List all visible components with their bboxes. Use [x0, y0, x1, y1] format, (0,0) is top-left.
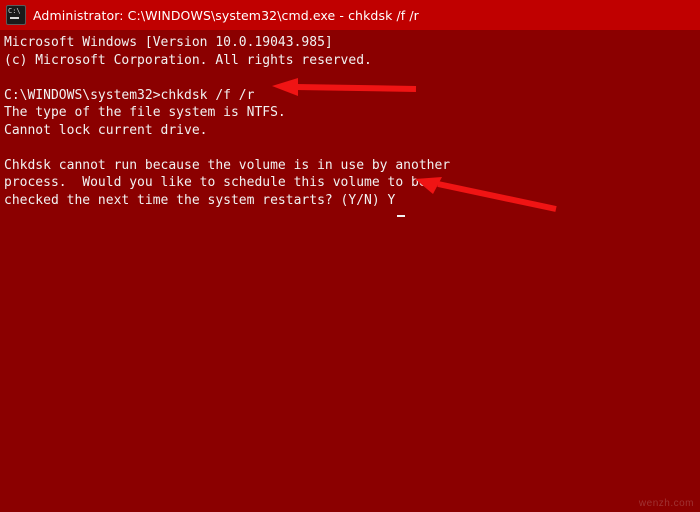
window-title: Administrator: C:\WINDOWS\system32\cmd.e…: [33, 7, 419, 23]
cmd-console-icon: [6, 5, 26, 25]
window-title-bar[interactable]: Administrator: C:\WINDOWS\system32\cmd.e…: [0, 0, 700, 30]
console-line: The type of the file system is NTFS.: [4, 105, 286, 120]
text-cursor: [397, 215, 405, 217]
console-line: (c) Microsoft Corporation. All rights re…: [4, 52, 372, 68]
watermark: wenzh.com: [638, 498, 694, 509]
console-output-area[interactable]: Microsoft Windows [Version 10.0.19043.98…: [0, 30, 700, 512]
console-line: process. Would you like to schedule this…: [4, 175, 427, 190]
console-line: Microsoft Windows [Version 10.0.19043.98…: [4, 35, 333, 50]
console-line: Chkdsk cannot run because the volume is …: [4, 157, 451, 173]
console-line-prompt-answer: checked the next time the system restart…: [4, 192, 396, 208]
console-line: Cannot lock current drive.: [4, 122, 208, 138]
console-line-command: C:\WINDOWS\system32>chkdsk /f /r: [4, 87, 255, 103]
screenshot-root: Administrator: C:\WINDOWS\system32\cmd.e…: [0, 0, 700, 512]
command-prompt-window: Administrator: C:\WINDOWS\system32\cmd.e…: [0, 0, 700, 512]
